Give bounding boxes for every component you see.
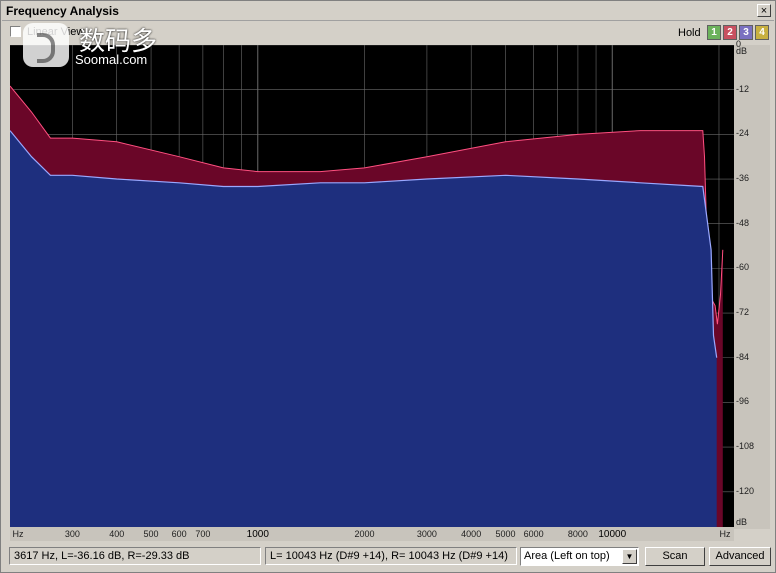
peak-readout: L= 10043 Hz (D#9 +14), R= 10043 Hz (D#9 … <box>265 547 517 565</box>
view-mode-select[interactable]: Area (Left on top) ▼ <box>520 547 639 566</box>
linear-view-checkbox[interactable] <box>10 26 21 37</box>
x-tick-label: 3000 <box>416 529 437 539</box>
x-tick-label: 5000 <box>495 529 516 539</box>
hold-button-3[interactable]: 3 <box>739 25 753 40</box>
soomal-logo-icon <box>23 23 69 67</box>
hold-button-1[interactable]: 1 <box>707 25 721 40</box>
x-tick-label: 8000 <box>567 529 588 539</box>
x-tick-label: 2000 <box>354 529 375 539</box>
close-button[interactable]: × <box>757 4 771 17</box>
y-tick-label: -24 <box>736 128 750 139</box>
watermark-english: Soomal.com <box>75 52 148 67</box>
title-bar[interactable]: Frequency Analysis × <box>2 2 774 21</box>
chevron-down-icon[interactable]: ▼ <box>622 549 637 564</box>
x-tick-label: 700 <box>195 529 211 539</box>
view-mode-selected: Area (Left on top) <box>524 550 610 562</box>
series-left-area <box>10 130 717 529</box>
x-tick-label: 600 <box>171 529 187 539</box>
hold-label: Hold <box>678 27 701 39</box>
status-bar: 3617 Hz, L=-36.16 dB, R=-29.33 dB L= 100… <box>1 545 775 571</box>
spectrum-chart <box>10 45 734 529</box>
y-tick-label: -12 <box>736 83 750 94</box>
x-tick-label: 10000 <box>598 529 627 540</box>
x-tick-label: Hz <box>12 529 24 539</box>
x-axis: Hz 300 400 500 600 700 1000 2000 3000 4000 5000 600… <box>10 527 734 541</box>
y-tick-label: dB <box>736 517 748 527</box>
hold-button-4[interactable]: 4 <box>755 25 769 40</box>
y-tick-label: -72 <box>736 307 750 318</box>
close-icon: × <box>760 5 768 17</box>
y-tick-label: -84 <box>736 351 750 362</box>
y-axis: dB 0 -12 -24 -36 -48 -60 -72 -84 -96 -108 -120 dB <box>734 39 770 529</box>
y-tick-label: -36 <box>736 173 750 184</box>
x-tick-label: 6000 <box>523 529 544 539</box>
x-tick-label: 4000 <box>461 529 482 539</box>
x-tick-label: Hz <box>719 529 731 539</box>
scan-button[interactable]: Scan <box>645 547 705 566</box>
window-title: Frequency Analysis <box>6 4 119 18</box>
x-tick-label: 1000 <box>246 529 269 540</box>
y-tick-label: 0 <box>736 39 742 49</box>
y-tick-label: -60 <box>736 262 750 273</box>
cursor-readout: 3617 Hz, L=-36.16 dB, R=-29.33 dB <box>9 547 261 565</box>
x-tick-label: 300 <box>64 529 80 539</box>
advanced-button[interactable]: Advanced <box>709 547 771 566</box>
hold-button-2[interactable]: 2 <box>723 25 737 40</box>
y-tick-label: -48 <box>736 217 750 228</box>
hold-button-label: 1 <box>711 27 717 38</box>
hold-button-label: 2 <box>727 27 733 38</box>
y-tick-label: -120 <box>736 485 755 496</box>
frequency-analysis-window: Frequency Analysis × Linear View Hold 1 … <box>0 0 776 573</box>
y-tick-label: -108 <box>736 441 755 452</box>
x-tick-label: 500 <box>143 529 159 539</box>
hold-button-label: 3 <box>743 27 749 38</box>
y-tick-label: -96 <box>736 396 750 407</box>
spectrum-plot[interactable] <box>10 45 734 529</box>
hold-button-label: 4 <box>759 27 765 38</box>
x-tick-label: 400 <box>109 529 125 539</box>
